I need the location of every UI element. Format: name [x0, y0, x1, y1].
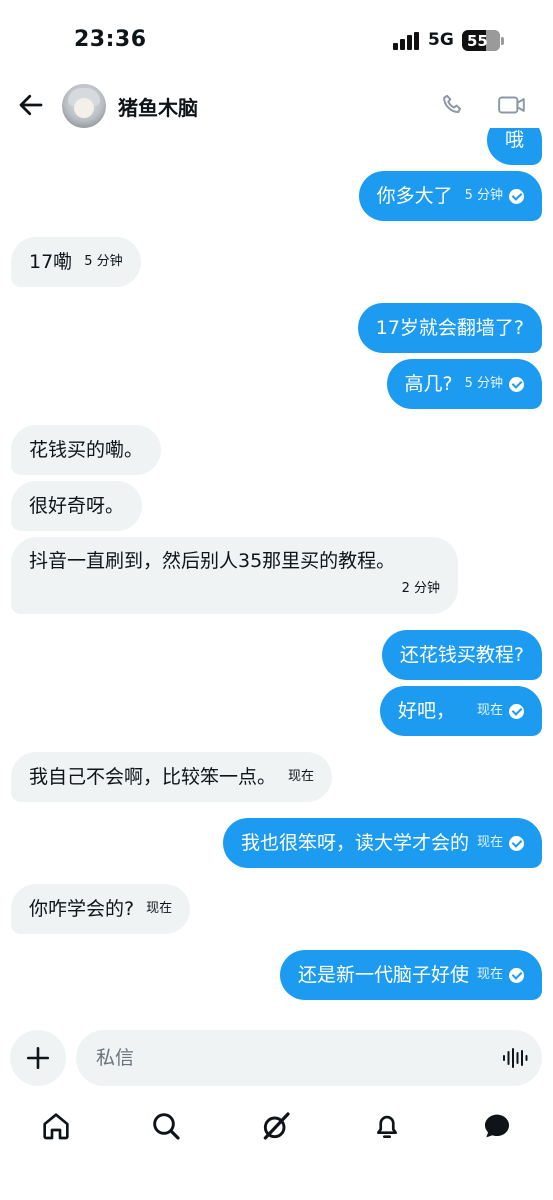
messages-icon[interactable]	[481, 1110, 513, 1142]
message-meta: 现在	[288, 765, 314, 789]
message-text: 我也很笨呀，读大学才会的	[240, 832, 469, 854]
contact-name[interactable]: 猪鱼木脑	[118, 92, 198, 121]
message-text: 我自己不会啊，比较笨一点。	[29, 766, 277, 788]
chat-header: 猪鱼木脑	[0, 84, 553, 128]
home-icon[interactable]	[40, 1110, 72, 1142]
network-type: 5G	[428, 30, 454, 50]
message-text: 很好奇呀。	[29, 495, 125, 517]
grok-icon[interactable]	[260, 1110, 292, 1142]
message-bubble-outgoing[interactable]: 我也很笨呀，读大学才会的 现在	[222, 818, 542, 868]
battery-cap	[501, 37, 504, 45]
status-time: 23:36	[74, 27, 147, 52]
message-bubble-incoming[interactable]: 花钱买的嘞。	[11, 425, 162, 475]
avatar[interactable]	[62, 84, 106, 128]
cellular-signal-icon	[393, 32, 421, 50]
message-time: 现在	[476, 835, 503, 850]
read-check-icon	[509, 703, 524, 719]
message-bubble-outgoing[interactable]: 高几? 5 分钟	[386, 359, 542, 409]
message-meta: 5 分钟	[465, 184, 524, 208]
message-text: 还是新一代脑子好使	[297, 964, 469, 986]
add-attachment-button[interactable]	[10, 1030, 66, 1086]
message-time: 5 分钟	[84, 254, 123, 269]
message-input[interactable]	[96, 1030, 496, 1086]
message-time: 现在	[288, 769, 315, 784]
message-meta: 现在	[477, 699, 524, 723]
read-check-icon	[509, 835, 524, 851]
message-text: 哦	[504, 129, 524, 151]
message-time: 5 分钟	[464, 188, 503, 203]
message-bubble-outgoing[interactable]: 还花钱买教程?	[381, 630, 542, 680]
message-time: 现在	[476, 967, 503, 982]
message-bubble-outgoing[interactable]: 还是新一代脑子好使 现在	[279, 950, 542, 1000]
read-check-icon	[509, 188, 524, 204]
message-time: 5 分钟	[464, 376, 503, 391]
message-text: 还花钱买教程?	[399, 644, 524, 666]
search-icon[interactable]	[150, 1110, 182, 1142]
message-bubble-incoming[interactable]: 17嘞 5 分钟	[11, 237, 141, 287]
read-check-icon	[509, 376, 524, 392]
voice-waveform-icon[interactable]	[502, 1047, 528, 1069]
message-time: 2 分钟	[401, 581, 440, 596]
message-bubble-outgoing[interactable]: 好吧， 现在	[379, 686, 542, 736]
message-bubble-outgoing[interactable]: 17岁就会翻墙了?	[357, 303, 542, 353]
message-text: 高几?	[404, 373, 453, 395]
message-meta: 现在	[477, 831, 524, 855]
message-text: 17嘞	[29, 251, 73, 273]
notifications-icon[interactable]	[371, 1110, 403, 1142]
message-text: 花钱买的嘞。	[29, 439, 144, 461]
battery-icon: 55	[462, 30, 500, 51]
back-arrow-icon[interactable]	[16, 90, 46, 120]
video-icon[interactable]	[497, 92, 527, 118]
message-bubble-outgoing[interactable]: 哦	[486, 128, 542, 165]
message-bubble-incoming[interactable]: 抖音一直刷到，然后别人35那里买的教程。 2 分钟	[11, 537, 458, 614]
message-meta: 现在	[146, 897, 172, 921]
message-text: 你咋学会的?	[29, 898, 135, 920]
status-bar: 23:36 5G 55	[0, 0, 553, 84]
message-text: 好吧，	[397, 700, 455, 722]
message-text: 抖音一直刷到，然后别人35那里买的教程。	[29, 550, 396, 572]
message-composer	[0, 1028, 553, 1088]
message-input-container[interactable]	[76, 1030, 542, 1086]
message-time: 现在	[146, 901, 173, 916]
message-list[interactable]: 哦 你多大了 5 分钟 17嘞 5 分钟 17岁就会翻墙了? 高几? 5 分钟 …	[0, 128, 553, 1020]
message-bubble-incoming[interactable]: 你咋学会的? 现在	[11, 884, 191, 934]
message-text: 17岁就会翻墙了?	[375, 317, 524, 339]
message-bubble-incoming[interactable]: 我自己不会啊，比较笨一点。 现在	[11, 752, 333, 802]
message-meta: 2 分钟	[29, 577, 440, 601]
phone-icon[interactable]	[440, 92, 466, 118]
message-meta: 5 分钟	[84, 250, 122, 274]
message-text: 你多大了	[376, 185, 453, 207]
plus-icon	[26, 1046, 50, 1070]
message-bubble-outgoing[interactable]: 你多大了 5 分钟	[358, 171, 542, 221]
message-meta: 现在	[477, 963, 524, 987]
message-meta: 5 分钟	[465, 372, 524, 396]
message-time: 现在	[476, 703, 503, 718]
bottom-tab-bar	[0, 1100, 553, 1200]
read-check-icon	[509, 967, 524, 983]
message-bubble-incoming[interactable]: 很好奇呀。	[11, 481, 143, 531]
battery-level: 55	[467, 31, 488, 50]
